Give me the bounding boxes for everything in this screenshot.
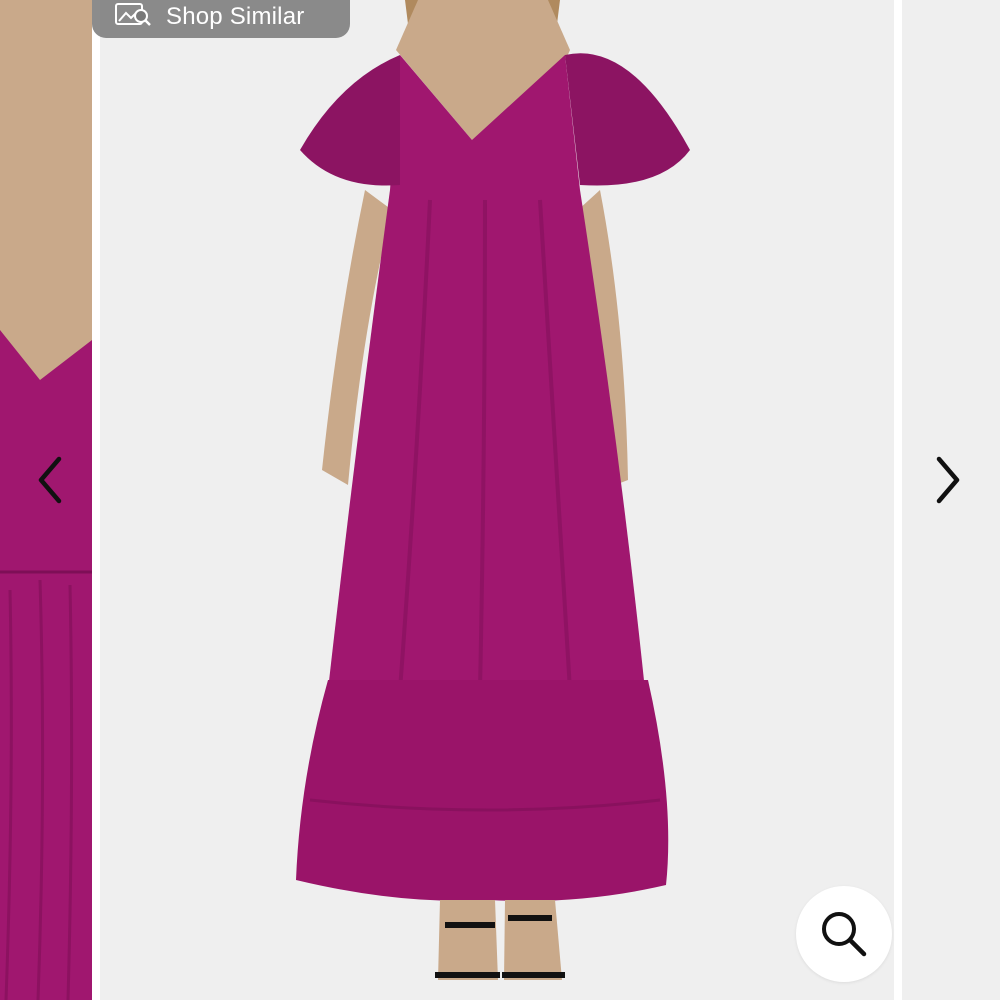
main-product-image[interactable]: [100, 0, 894, 1000]
zoom-button[interactable]: [796, 886, 892, 982]
chevron-right-icon: [936, 456, 960, 504]
shop-similar-button[interactable]: Shop Similar: [92, 0, 350, 38]
shop-similar-label: Shop Similar: [166, 3, 305, 30]
magnifier-icon: [822, 912, 867, 957]
next-image-button[interactable]: [928, 450, 968, 510]
previous-image-button[interactable]: [30, 450, 70, 510]
chevron-left-icon: [38, 456, 62, 504]
dress-photo-illustration: [100, 0, 894, 1000]
image-search-icon: [114, 0, 152, 32]
